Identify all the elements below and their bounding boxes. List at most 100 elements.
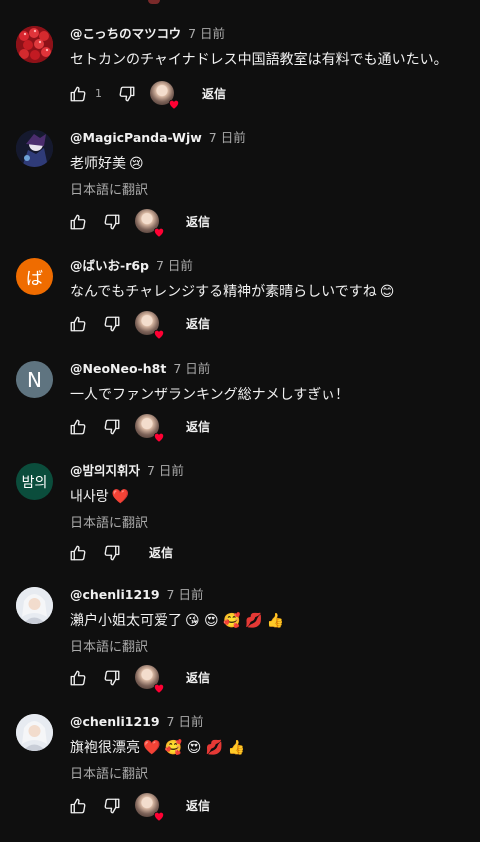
- like-button[interactable]: [66, 666, 90, 690]
- comment-body: セトカンのチャイナドレス中国語教室は有料でも通いたい。: [70, 52, 448, 68]
- like-count: 1: [95, 87, 102, 100]
- dislike-button[interactable]: [100, 666, 124, 690]
- dislike-button[interactable]: [115, 82, 139, 106]
- username[interactable]: @chenli1219: [70, 714, 160, 729]
- avatar[interactable]: [16, 714, 53, 751]
- creator-heart-icon: [153, 683, 165, 694]
- translate-link[interactable]: 日本語に翻訳: [70, 515, 148, 533]
- comment-time[interactable]: 7 日前: [156, 258, 193, 273]
- comment-body: 내사랑: [70, 489, 109, 505]
- comment-time[interactable]: 7 日前: [209, 130, 246, 145]
- like-button[interactable]: [66, 415, 90, 439]
- creator-heart-icon: [153, 227, 165, 238]
- comment-time[interactable]: 7 日前: [167, 587, 204, 602]
- thumb-up-icon: [70, 670, 86, 686]
- reply-button[interactable]: 返信: [186, 315, 210, 333]
- comment-emoji: 😢: [129, 156, 144, 172]
- comment-header: @ばいお-r6p 7 日前: [70, 258, 193, 274]
- comment-text: 一人でファンザランキング総ナメしすぎぃ！: [70, 385, 349, 405]
- comment-time[interactable]: 7 日前: [167, 714, 204, 729]
- comment-item: @こっちのマツコウ 7 日前 セトカンのチャイナドレス中国語教室は有料でも通いた…: [0, 26, 480, 111]
- like-button[interactable]: [66, 312, 90, 336]
- like-button[interactable]: [66, 82, 90, 106]
- like-button[interactable]: [66, 541, 90, 565]
- comment-item: @MagicPanda-Wjw 7 日前 老师好美 😢 日本語に翻訳 返信: [0, 130, 480, 240]
- username[interactable]: @ばいお-r6p: [70, 258, 149, 273]
- dislike-button[interactable]: [100, 794, 124, 818]
- thumb-down-icon: [119, 86, 135, 102]
- thumb-down-icon: [104, 670, 120, 686]
- comment-header: @こっちのマツコウ 7 日前: [70, 26, 225, 42]
- avatar[interactable]: ば: [16, 258, 53, 295]
- dislike-button[interactable]: [100, 541, 124, 565]
- comment-body: 旗袍很漂亮: [70, 740, 140, 756]
- username[interactable]: @こっちのマツコウ: [70, 26, 181, 41]
- thumb-down-icon: [104, 316, 120, 332]
- creator-heart-icon: [153, 329, 165, 340]
- comment-actions: 返信: [70, 793, 370, 822]
- comment-text: 瀨户小姐太可爱了 😘 😍 🥰 💋 👍: [70, 611, 284, 631]
- comment-header: @밤의지휘자 7 日前: [70, 463, 184, 479]
- dislike-button[interactable]: [100, 312, 124, 336]
- translate-link[interactable]: 日本語に翻訳: [70, 182, 148, 200]
- comment-actions: 返信: [70, 665, 370, 694]
- comment-actions: 1 返信: [70, 81, 370, 110]
- thumb-down-icon: [104, 545, 120, 561]
- thumb-up-icon: [70, 86, 86, 102]
- scroll-remnant: [148, 0, 160, 4]
- creator-heart: [135, 665, 165, 694]
- comment-emoji: 😊: [379, 284, 395, 300]
- creator-heart-icon: [153, 811, 165, 822]
- thumb-up-icon: [70, 214, 86, 230]
- comment-text: セトカンのチャイナドレス中国語教室は有料でも通いたい。: [70, 50, 448, 70]
- avatar[interactable]: [16, 130, 53, 167]
- avatar[interactable]: [16, 587, 53, 624]
- creator-heart-icon: [168, 99, 180, 110]
- comment-header: @chenli1219 7 日前: [70, 714, 203, 730]
- comment-emoji: 😘 😍 🥰 💋 👍: [185, 613, 285, 629]
- comment-header: @chenli1219 7 日前: [70, 587, 203, 603]
- like-button[interactable]: [66, 210, 90, 234]
- username[interactable]: @chenli1219: [70, 587, 160, 602]
- comment-time[interactable]: 7 日前: [173, 361, 210, 376]
- username[interactable]: @MagicPanda-Wjw: [70, 130, 202, 145]
- username[interactable]: @밤의지휘자: [70, 463, 140, 478]
- translate-link[interactable]: 日本語に翻訳: [70, 639, 148, 657]
- creator-heart: [135, 414, 165, 443]
- comment-item: @chenli1219 7 日前 瀨户小姐太可爱了 😘 😍 🥰 💋 👍 日本語に翻…: [0, 587, 480, 697]
- dislike-button[interactable]: [100, 415, 124, 439]
- comment-text: 老师好美 😢: [70, 154, 144, 174]
- username[interactable]: @NeoNeo-h8t: [70, 361, 166, 376]
- reply-button[interactable]: 返信: [186, 669, 210, 687]
- comment-time[interactable]: 7 日前: [147, 463, 184, 478]
- thumb-down-icon: [104, 798, 120, 814]
- comment-time[interactable]: 7 日前: [188, 26, 225, 41]
- reply-button[interactable]: 返信: [186, 797, 210, 815]
- like-button[interactable]: [66, 794, 90, 818]
- comment-emoji: ❤️ 🥰 😍 💋 👍: [143, 740, 246, 756]
- creator-heart-icon: [153, 432, 165, 443]
- comment-body: 瀨户小姐太可爱了: [70, 613, 182, 629]
- thumb-down-icon: [104, 214, 120, 230]
- comment-item: ば @ばいお-r6p 7 日前 なんでもチャレンジする精神が素晴らしいですね 😊 …: [0, 258, 480, 348]
- comment-body: 老师好美: [70, 156, 126, 172]
- avatar[interactable]: [16, 26, 53, 63]
- translate-link[interactable]: 日本語に翻訳: [70, 766, 148, 784]
- comment-actions: 返信: [70, 414, 370, 443]
- comment-text: 내사랑 ❤️: [70, 487, 129, 507]
- reply-button[interactable]: 返信: [149, 544, 173, 562]
- comment-header: @NeoNeo-h8t 7 日前: [70, 361, 210, 377]
- comment-body: 一人でファンザランキング総ナメしすぎぃ！: [70, 387, 350, 403]
- comment-header: @MagicPanda-Wjw 7 日前: [70, 130, 246, 146]
- comment-actions: 返信: [70, 209, 370, 238]
- avatar[interactable]: N: [16, 361, 53, 398]
- comment-text: なんでもチャレンジする精神が素晴らしいですね 😊: [70, 282, 394, 302]
- avatar[interactable]: 밤의: [16, 463, 53, 500]
- reply-button[interactable]: 返信: [186, 418, 210, 436]
- reply-button[interactable]: 返信: [202, 85, 226, 103]
- comment-actions: 返信: [70, 540, 370, 566]
- thumb-down-icon: [104, 419, 120, 435]
- comment-emoji: ❤️: [111, 489, 130, 505]
- dislike-button[interactable]: [100, 210, 124, 234]
- reply-button[interactable]: 返信: [186, 213, 210, 231]
